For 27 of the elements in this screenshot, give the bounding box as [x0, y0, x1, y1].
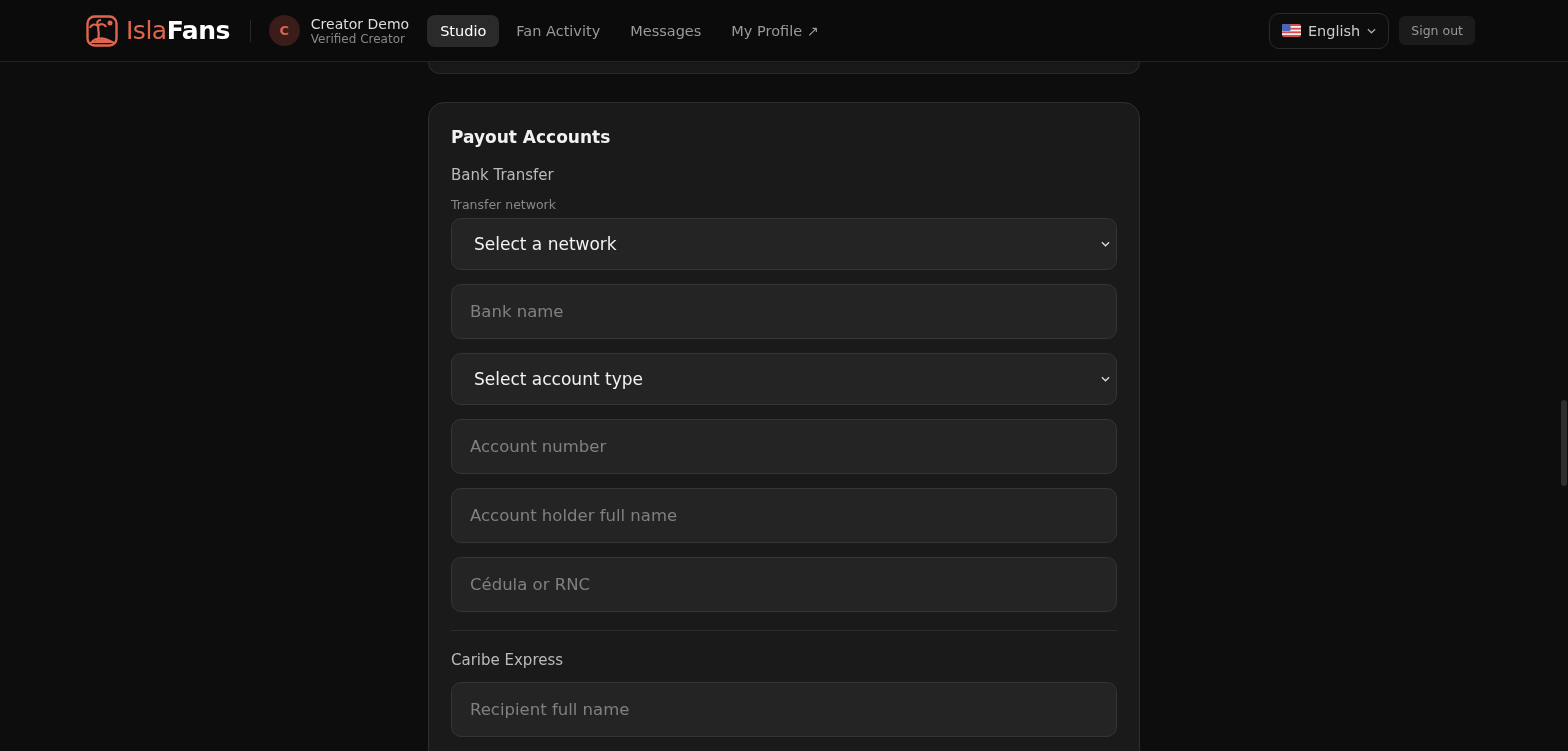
- chevron-down-icon: [1101, 241, 1110, 247]
- scrollbar-thumb[interactable]: [1561, 400, 1567, 486]
- input-field[interactable]: Bank name: [451, 284, 1117, 339]
- nav-tab[interactable]: My Profile ↗: [718, 14, 832, 47]
- nav-tab[interactable]: Messages: [617, 14, 715, 47]
- input-field[interactable]: Recipient full name: [451, 682, 1117, 737]
- input-field[interactable]: Account holder full name: [451, 488, 1117, 543]
- chevron-down-icon: [1367, 27, 1377, 34]
- flag-icon: [1281, 24, 1301, 37]
- input-field[interactable]: Account number: [451, 419, 1117, 474]
- section-title: Caribe Express: [451, 651, 565, 669]
- select-dropdown[interactable]: Select account type: [451, 353, 1117, 405]
- section-title: Bank Transfer: [451, 166, 555, 184]
- user-name: Creator Demo: [310, 15, 410, 32]
- nav-tab[interactable]: Studio: [427, 14, 500, 47]
- sign-out-button[interactable]: Sign out: [1399, 16, 1475, 45]
- nav-tab[interactable]: Fan Activity: [503, 14, 614, 47]
- user-role: Verified Creator: [310, 31, 406, 46]
- field-label: Transfer network: [451, 197, 557, 212]
- user-avatar: C: [268, 15, 300, 46]
- brand-name[interactable]: IslaFans: [126, 16, 230, 45]
- palm-tree-logo-icon: [86, 14, 118, 47]
- chevron-down-icon: [1101, 376, 1110, 382]
- language-dropdown[interactable]: English: [1268, 12, 1390, 49]
- select-dropdown[interactable]: Select a network: [451, 218, 1117, 270]
- input-field[interactable]: Cédula or RNC: [451, 557, 1117, 612]
- card-title: Payout Accounts: [451, 127, 612, 147]
